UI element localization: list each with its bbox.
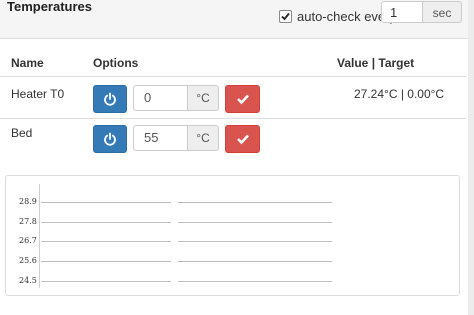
checkmark-icon (281, 12, 290, 20)
gridline (178, 241, 332, 242)
heater-set-button[interactable] (225, 85, 260, 113)
graph-y-axis (39, 184, 40, 288)
panel-title: Temperatures (7, 0, 93, 14)
gridline (178, 202, 332, 203)
autocheck-checkbox[interactable] (279, 9, 292, 23)
gridline (178, 222, 332, 223)
heater-unit: °C (187, 85, 219, 111)
bed-unit: °C (187, 125, 219, 151)
scroll-edge (468, 0, 474, 315)
y-tick-label: 28.9 (19, 197, 37, 206)
column-header-value: Value | Target (337, 56, 415, 70)
y-tick-label: 26.7 (19, 236, 37, 245)
bed-set-button[interactable] (225, 125, 260, 153)
power-icon (104, 132, 116, 146)
gridline (41, 261, 171, 262)
heater-target-input[interactable]: 0 (133, 85, 188, 111)
row-name-heater: Heater T0 (11, 87, 65, 101)
interval-unit: sec (422, 1, 462, 23)
row-name-bed: Bed (11, 126, 33, 140)
gridline (178, 261, 332, 262)
gridline (178, 281, 332, 282)
column-header-options: Options (93, 56, 139, 70)
gridline (41, 202, 171, 203)
bed-target-input[interactable]: 55 (133, 125, 188, 151)
y-tick-label: 25.6 (19, 256, 37, 265)
interval-input[interactable]: 1 (381, 1, 423, 23)
heater-value-target: 27.24°C | 0.00°C (354, 87, 445, 101)
gridline (41, 222, 171, 223)
checkmark-icon (236, 94, 249, 105)
y-tick-label: 24.5 (19, 276, 37, 285)
row-divider (0, 118, 466, 119)
column-header-name: Name (11, 56, 44, 70)
header-divider (0, 76, 466, 77)
y-tick-label: 27.8 (19, 217, 37, 226)
bed-power-button[interactable] (93, 125, 127, 153)
heater-power-button[interactable] (93, 85, 127, 113)
panel-header: Temperatures auto-check every: 1 sec (0, 0, 474, 39)
power-icon (104, 92, 116, 106)
gridline (41, 281, 171, 282)
temperature-graph (5, 175, 460, 296)
checkmark-icon (236, 134, 249, 145)
gridline (41, 241, 171, 242)
